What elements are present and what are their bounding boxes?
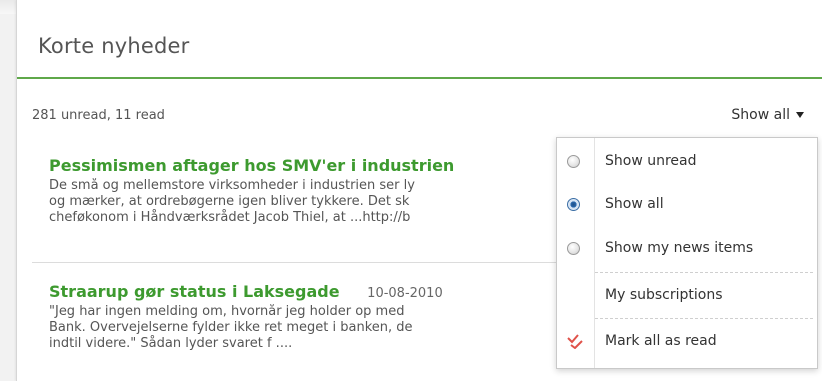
- menu-separator: [595, 272, 813, 273]
- news-summary-line: indtil videre." Sådan lyder svaret f ...…: [49, 336, 293, 351]
- news-summary-line: og mærker, at ordrebøgerne igen bliver t…: [49, 194, 410, 209]
- news-date: 10-08-2010: [367, 286, 443, 301]
- news-headline-link[interactable]: Straarup gør status i Laksegade 10-08-20…: [49, 282, 569, 301]
- menu-item-show-my-news[interactable]: Show my news items: [557, 228, 817, 268]
- mark-read-icon: [567, 334, 583, 349]
- widget-title: Korte nyheder: [38, 34, 190, 58]
- filter-dropdown-toggle[interactable]: Show all: [731, 107, 804, 123]
- news-headline-text: Straarup gør status i Laksegade: [49, 282, 340, 301]
- menu-item-mark-all-read[interactable]: Mark all as read: [557, 321, 817, 361]
- radio-unchecked-icon[interactable]: [567, 154, 580, 168]
- menu-item-label: Mark all as read: [605, 333, 717, 349]
- news-summary-line: "Jeg har ingen melding om, hvornår jeg h…: [49, 304, 405, 319]
- news-headline-text: Pessimismen aftager hos SMV'er i industr…: [49, 156, 455, 175]
- news-summary: De små og mellemstore virksomheder i ind…: [49, 178, 569, 226]
- menu-item-my-subscriptions[interactable]: My subscriptions: [557, 275, 817, 315]
- menu-item-show-all[interactable]: Show all: [557, 184, 817, 224]
- filter-dropdown-label: Show all: [731, 107, 790, 123]
- menu-item-label: Show unread: [605, 153, 697, 169]
- menu-item-label: Show all: [605, 196, 664, 212]
- news-summary-line: Bank. Overvejelserne fylder ikke ret meg…: [49, 320, 413, 335]
- news-item: Pessimismen aftager hos SMV'er i industr…: [49, 156, 569, 226]
- caret-down-icon: [796, 112, 804, 118]
- radio-unchecked-icon[interactable]: [567, 241, 580, 255]
- menu-item-show-unread[interactable]: Show unread: [557, 141, 817, 181]
- read-counts: 281 unread, 11 read: [32, 108, 165, 123]
- menu-item-label: My subscriptions: [605, 287, 723, 303]
- menu-separator: [595, 318, 813, 319]
- title-divider: [17, 77, 822, 79]
- menu-item-label: Show my news items: [605, 240, 754, 256]
- news-item: Straarup gør status i Laksegade 10-08-20…: [49, 282, 569, 352]
- news-summary-line: cheføkonom i Håndværksrådet Jacob Thiel,…: [49, 210, 411, 225]
- news-summary-line: De små og mellemstore virksomheder i ind…: [49, 178, 415, 193]
- radio-checked-icon[interactable]: [567, 197, 580, 211]
- news-summary: "Jeg har ingen melding om, hvornår jeg h…: [49, 304, 569, 352]
- news-headline-link[interactable]: Pessimismen aftager hos SMV'er i industr…: [49, 156, 569, 175]
- filter-dropdown-menu: Show unread Show all Show my news items …: [556, 137, 818, 369]
- news-divider: [32, 262, 592, 263]
